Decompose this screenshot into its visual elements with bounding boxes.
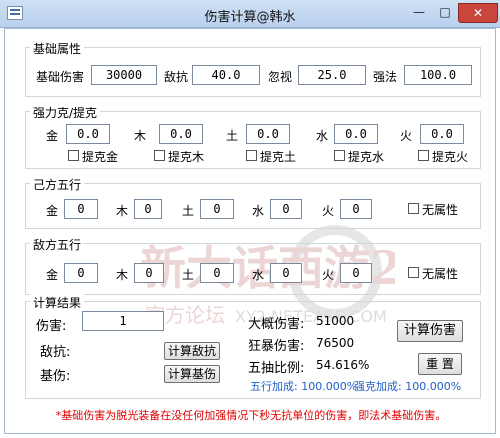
calc-base-button[interactable]: 计算基伤	[164, 365, 220, 383]
enemy-earth-input[interactable]: 0	[200, 263, 234, 283]
strong-wood-label: 木	[134, 129, 147, 143]
restrain-bonus-text: 强克加成: 100.000%	[354, 380, 462, 393]
strong-gold-input[interactable]: 0.0	[66, 124, 110, 144]
approx-damage-label: 大概伤害:	[248, 317, 305, 332]
restrain-gold-checkbox[interactable]	[68, 150, 79, 161]
restrain-earth-label: 提克土	[260, 150, 297, 164]
footnote: *基础伤害为脱光装备在没任何加强情况下秒无抗单位的伤害，即法术基础伤害。	[55, 409, 447, 422]
strong-wood-input[interactable]: 0.0	[159, 124, 203, 144]
group-title-basic: 基础属性	[30, 40, 85, 57]
enemy-earth-label: 土	[182, 268, 195, 282]
strong-earth-input[interactable]: 0.0	[246, 124, 290, 144]
result-group: 计算结果 伤害: 1 敌抗: 计算敌抗 基伤: 计算基伤 大概伤害: 51000…	[25, 294, 481, 399]
enemy-water-label: 水	[252, 268, 265, 282]
enemy-fire-input[interactable]: 0	[340, 263, 372, 283]
own-elements-group: 己方五行 金 0 木 0 土 0 水 0 火 0 无属性	[25, 176, 481, 229]
enemy-none-checkbox[interactable]	[408, 267, 419, 278]
enemy-water-input[interactable]: 0	[270, 263, 302, 283]
enemy-resist-input[interactable]: 40.0	[192, 65, 260, 85]
ratio-value: 54.616%	[316, 358, 370, 372]
group-title-own: 己方五行	[30, 176, 85, 193]
client-area: 新大话西游2 官方论坛 XY2.NETEASE.COM 基础属性 基础伤害 30…	[4, 28, 496, 434]
crit-damage-label: 狂暴伤害:	[248, 339, 305, 354]
group-title-result: 计算结果	[30, 294, 85, 311]
own-fire-label: 火	[322, 204, 335, 218]
calc-damage-button[interactable]: 计算伤害	[397, 320, 463, 342]
calc-resist-button[interactable]: 计算敌抗	[164, 342, 220, 360]
enemy-gold-label: 金	[46, 268, 59, 282]
damage-input[interactable]: 1	[82, 311, 164, 331]
basic-attributes-group: 基础属性 基础伤害 30000 敌抗 40.0 忽视 25.0 强法 100.0	[25, 40, 481, 97]
base-result-label: 基伤:	[40, 369, 71, 384]
ratio-label: 五抽比例:	[248, 361, 305, 376]
own-earth-input[interactable]: 0	[200, 199, 234, 219]
crit-damage-value: 76500	[316, 336, 355, 350]
restrain-water-label: 提克水	[348, 150, 385, 164]
minimize-button[interactable]: —	[406, 3, 432, 23]
enemy-wood-label: 木	[116, 268, 129, 282]
enemy-wood-input[interactable]: 0	[134, 263, 164, 283]
strong-earth-label: 土	[226, 129, 239, 143]
damage-label: 伤害:	[36, 319, 67, 334]
resist-result-label: 敌抗:	[40, 345, 71, 360]
maximize-button[interactable]: □	[432, 3, 458, 23]
approx-damage-value: 51000	[316, 314, 355, 328]
strong-water-input[interactable]: 0.0	[334, 124, 378, 144]
wuxing-bonus-text: 五行加成: 100.000%	[250, 380, 358, 393]
own-gold-input[interactable]: 0	[64, 199, 98, 219]
restrain-water-checkbox[interactable]	[334, 150, 345, 161]
restrain-fire-checkbox[interactable]	[418, 150, 429, 161]
strong-restrain-group: 强力克/提克 金 0.0 提克金 木 0.0 提克木 土 0.0 提克土 水 0…	[25, 104, 481, 169]
enemy-none-label: 无属性	[422, 267, 459, 281]
magic-boost-label: 强法	[373, 70, 398, 84]
own-wood-label: 木	[116, 204, 129, 218]
magic-boost-input[interactable]: 100.0	[404, 65, 472, 85]
own-wood-input[interactable]: 0	[134, 199, 162, 219]
enemy-fire-label: 火	[322, 268, 335, 282]
own-water-label: 水	[252, 204, 265, 218]
own-fire-input[interactable]: 0	[340, 199, 372, 219]
strong-water-label: 水	[316, 129, 329, 143]
reset-button[interactable]: 重 置	[418, 353, 462, 375]
enemy-gold-input[interactable]: 0	[64, 263, 98, 283]
enemy-resist-label: 敌抗	[164, 70, 189, 84]
ignore-input[interactable]: 25.0	[298, 65, 366, 85]
own-gold-label: 金	[46, 204, 59, 218]
own-earth-label: 土	[182, 204, 195, 218]
restrain-fire-label: 提克火	[432, 150, 469, 164]
ignore-label: 忽视	[268, 70, 293, 84]
group-title-strong: 强力克/提克	[30, 104, 101, 121]
base-damage-input[interactable]: 30000	[91, 65, 157, 85]
restrain-wood-checkbox[interactable]	[154, 150, 165, 161]
strong-fire-label: 火	[400, 129, 413, 143]
enemy-elements-group: 敌方五行 金 0 木 0 土 0 水 0 火 0 无属性	[25, 236, 481, 295]
own-water-input[interactable]: 0	[270, 199, 302, 219]
own-none-label: 无属性	[422, 203, 459, 217]
restrain-gold-label: 提克金	[82, 150, 119, 164]
restrain-wood-label: 提克木	[168, 150, 205, 164]
base-damage-label: 基础伤害	[36, 70, 85, 84]
group-title-enemy: 敌方五行	[30, 236, 85, 253]
title-bar: 伤害计算@韩水 — □ ✕	[0, 0, 500, 28]
own-none-checkbox[interactable]	[408, 203, 419, 214]
close-button[interactable]: ✕	[458, 3, 498, 23]
restrain-earth-checkbox[interactable]	[246, 150, 257, 161]
strong-fire-input[interactable]: 0.0	[420, 124, 464, 144]
strong-gold-label: 金	[46, 129, 59, 143]
